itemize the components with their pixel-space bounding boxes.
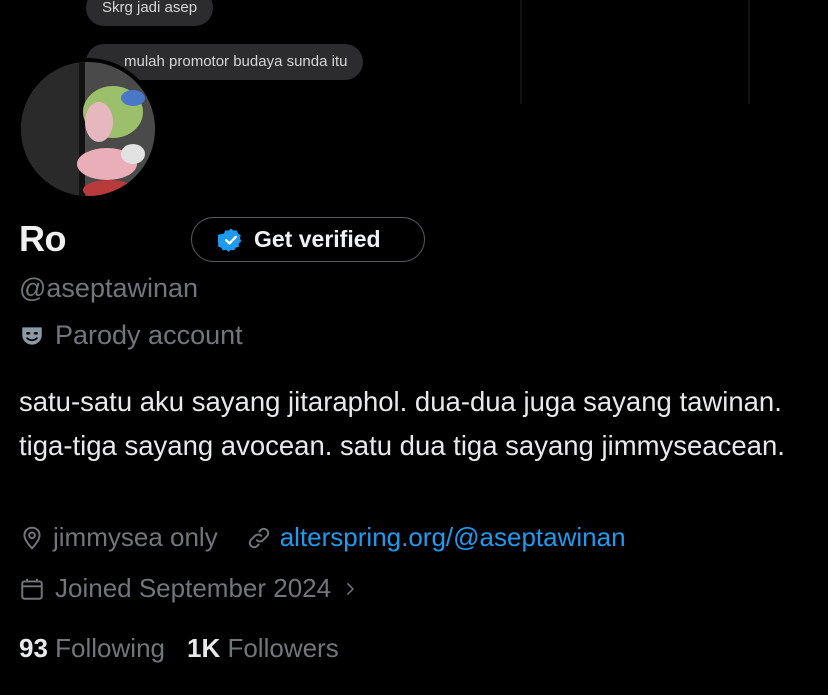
followers-stat[interactable]: 1K Followers [187, 633, 339, 664]
verified-badge-icon [218, 228, 242, 252]
chevron-right-icon [347, 582, 354, 595]
banner-divider [520, 0, 522, 104]
location: jimmysea only [19, 522, 218, 553]
follow-stats: 93 Following 1K Followers [19, 633, 339, 664]
get-verified-label: Get verified [254, 226, 381, 252]
username-handle: @aseptawinan [19, 273, 199, 303]
calendar-icon [21, 578, 43, 600]
following-label: Following [55, 633, 165, 663]
link-icon [248, 527, 269, 548]
chat-bubble: Skrg jadi asep [86, 0, 214, 26]
website[interactable]: alterspring.org/@aseptawinan [246, 522, 626, 553]
followers-count: 1K [186, 633, 221, 663]
followers-label: Followers [227, 633, 339, 663]
avatar[interactable] [17, 58, 159, 200]
location-text: jimmysea only [53, 522, 218, 552]
parody-text: Parody account [55, 320, 243, 350]
profile-meta: jimmysea only alterspring.org/@aseptawin… [19, 522, 626, 553]
banner-divider [748, 0, 750, 104]
theater-mask-icon [22, 326, 42, 345]
get-verified-button[interactable]: Get verified [191, 217, 425, 262]
bio-text: satu-satu aku sayang jitaraphol. dua-dua… [19, 386, 785, 461]
joined-text: Joined September 2024 [55, 573, 332, 603]
following-count: 93 [19, 633, 48, 663]
avatar-image [21, 62, 155, 196]
parody-label: Parody account [19, 320, 243, 351]
display-name: Ro [19, 218, 67, 259]
website-link[interactable]: alterspring.org/@aseptawinan [280, 522, 626, 553]
following-stat[interactable]: 93 Following [19, 633, 165, 664]
joined-date[interactable]: Joined September 2024 [19, 573, 359, 604]
location-pin-icon [23, 526, 41, 550]
